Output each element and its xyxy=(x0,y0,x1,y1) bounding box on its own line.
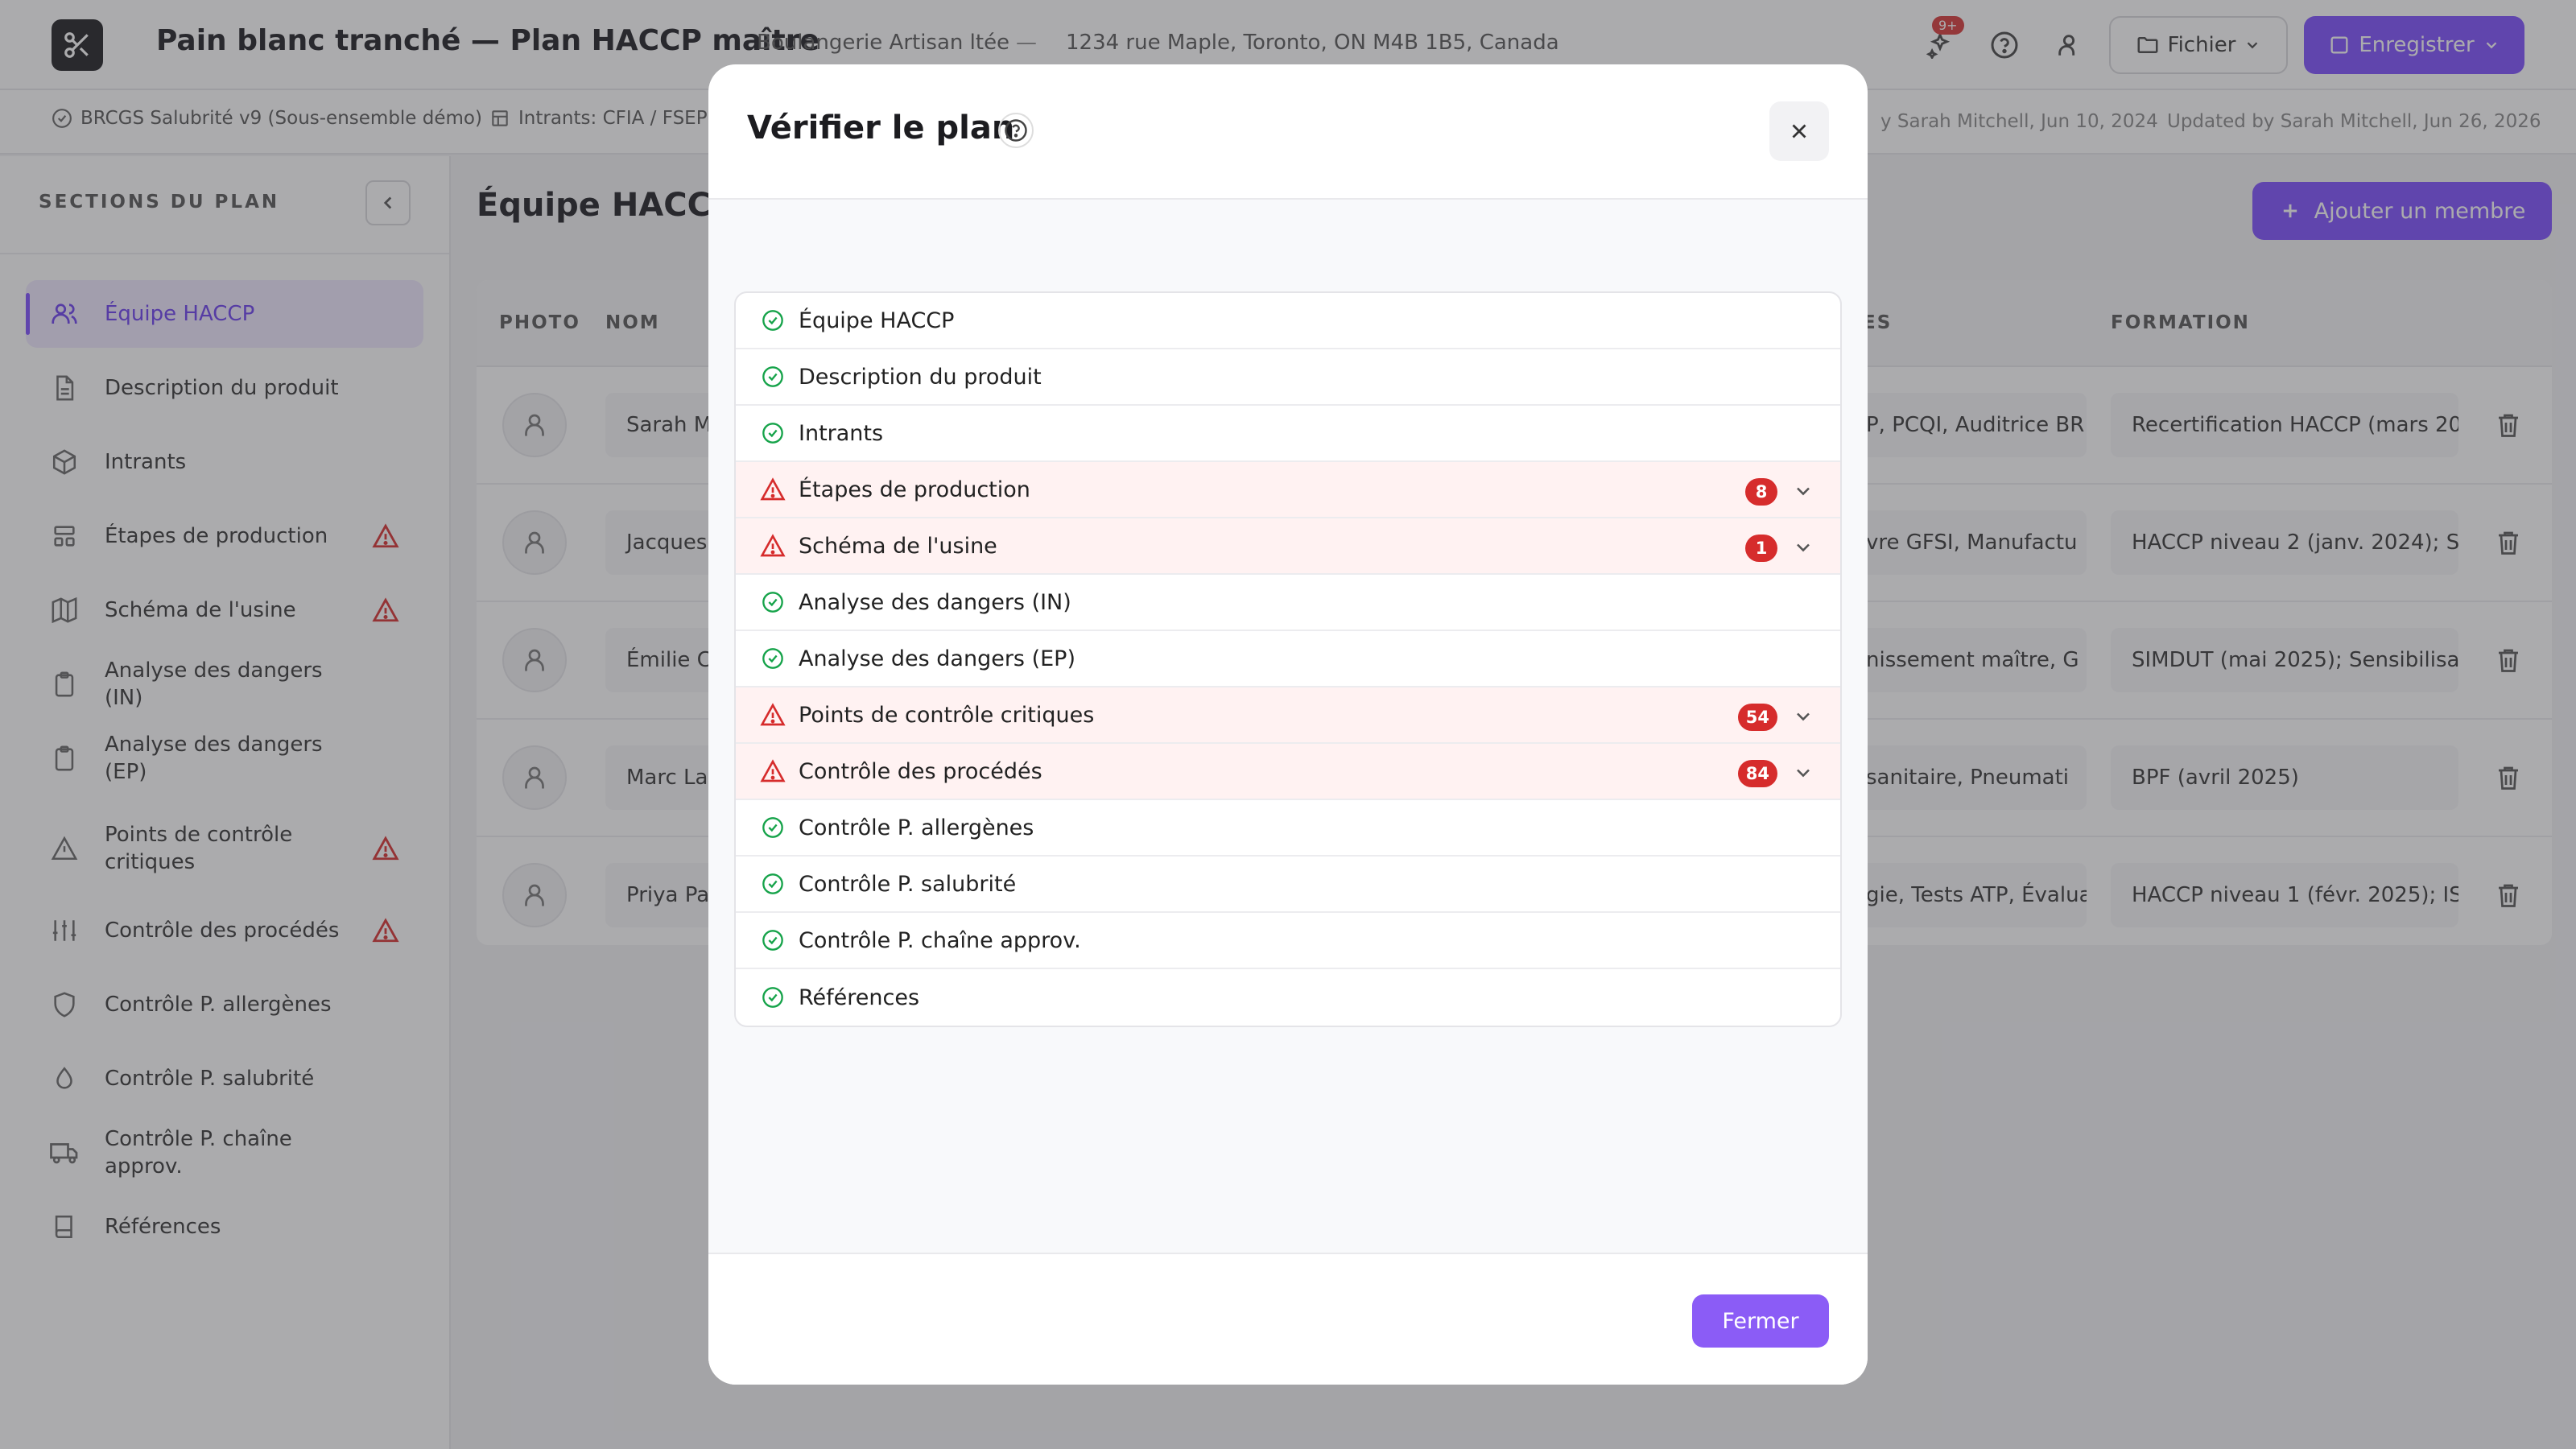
check-row-label: Intrants xyxy=(799,420,884,446)
check-row-label: Équipe HACCP xyxy=(799,308,955,333)
check-row-etapes-production[interactable]: Étapes de production 8 xyxy=(736,462,1840,518)
warning-icon xyxy=(760,477,786,502)
check-row-label: Contrôle des procédés xyxy=(799,758,1042,784)
check-row-label: Contrôle P. salubrité xyxy=(799,871,1017,897)
check-circle-icon xyxy=(760,364,786,390)
warning-icon xyxy=(760,758,786,784)
close-button[interactable]: Fermer xyxy=(1692,1294,1829,1348)
issue-count-badge: 54 xyxy=(1737,704,1777,731)
check-row-label: Analyse des dangers (EP) xyxy=(799,646,1075,671)
verification-list: Équipe HACCP Description du produit Intr… xyxy=(734,291,1842,1027)
close-icon xyxy=(1792,124,1806,138)
help-icon[interactable] xyxy=(998,113,1034,148)
check-circle-icon xyxy=(760,646,786,671)
check-row-controle-chaine-approv: Contrôle P. chaîne approv. xyxy=(736,913,1840,969)
check-row-analyse-ep: Analyse des dangers (EP) xyxy=(736,631,1840,687)
check-row-controle-allergenes: Contrôle P. allergènes xyxy=(736,800,1840,857)
check-circle-icon xyxy=(760,985,786,1010)
chevron-down-icon[interactable] xyxy=(1792,480,1814,502)
check-row-intrants: Intrants xyxy=(736,406,1840,462)
app-root: Pain blanc tranché — Plan HACCP maître B… xyxy=(0,0,2576,1449)
close-dialog-button[interactable] xyxy=(1769,101,1829,161)
dialog-body: Équipe HACCP Description du produit Intr… xyxy=(708,200,1868,1253)
check-row-label: Contrôle P. allergènes xyxy=(799,815,1034,840)
check-row-label: Étapes de production xyxy=(799,477,1030,502)
check-row-label: Contrôle P. chaîne approv. xyxy=(799,927,1081,953)
check-row-label: Description du produit xyxy=(799,364,1042,390)
warning-icon xyxy=(760,533,786,559)
verify-plan-dialog: Vérifier le plan Équipe HACCP Descriptio… xyxy=(708,64,1868,1385)
issue-count-badge: 1 xyxy=(1745,535,1777,562)
check-row-analyse-in: Analyse des dangers (IN) xyxy=(736,575,1840,631)
check-circle-icon xyxy=(760,308,786,333)
check-row-description-produit: Description du produit xyxy=(736,349,1840,406)
chevron-down-icon[interactable] xyxy=(1792,762,1814,784)
check-row-label: Analyse des dangers (IN) xyxy=(799,589,1071,615)
check-row-label: Points de contrôle critiques xyxy=(799,702,1095,728)
check-circle-icon xyxy=(760,815,786,840)
chevron-down-icon[interactable] xyxy=(1792,536,1814,559)
check-row-equipe-haccp: Équipe HACCP xyxy=(736,293,1840,349)
issue-count-badge: 8 xyxy=(1745,478,1777,506)
check-row-schema-usine[interactable]: Schéma de l'usine 1 xyxy=(736,518,1840,575)
dialog-title: Vérifier le plan xyxy=(747,109,1015,147)
check-row-controle-salubrite: Contrôle P. salubrité xyxy=(736,857,1840,913)
check-circle-icon xyxy=(760,420,786,446)
issue-count-badge: 84 xyxy=(1737,760,1777,787)
check-circle-icon xyxy=(760,927,786,953)
check-row-points-controle-critiques[interactable]: Points de contrôle critiques 54 xyxy=(736,687,1840,744)
warning-icon xyxy=(760,702,786,728)
dialog-header: Vérifier le plan xyxy=(708,64,1868,200)
check-row-controle-procedes[interactable]: Contrôle des procédés 84 xyxy=(736,744,1840,800)
dialog-footer: Fermer xyxy=(708,1253,1868,1385)
check-row-label: Références xyxy=(799,985,920,1010)
chevron-down-icon[interactable] xyxy=(1792,705,1814,728)
check-row-label: Schéma de l'usine xyxy=(799,533,997,559)
check-circle-icon xyxy=(760,589,786,615)
check-circle-icon xyxy=(760,871,786,897)
check-row-references: Références xyxy=(736,969,1840,1026)
